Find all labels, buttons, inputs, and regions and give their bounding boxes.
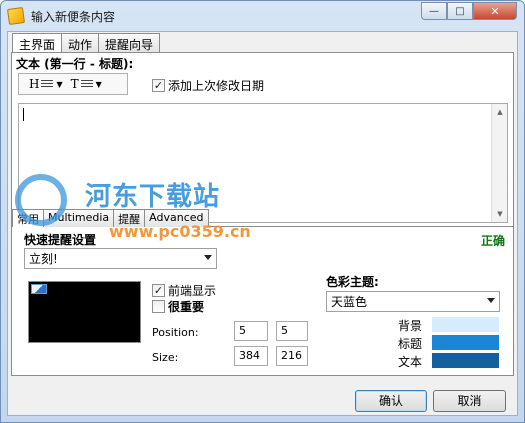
options-tab-strip: 常用 Multimedia 提醒 Advanced bbox=[12, 209, 209, 227]
position-label: Position: bbox=[152, 326, 199, 339]
important-row[interactable]: 很重要 bbox=[152, 298, 204, 315]
text-color-label: 文本 bbox=[398, 355, 423, 369]
tab-reminder[interactable]: 提醒 bbox=[113, 209, 146, 227]
editor-scrollbar[interactable]: ▲ ▼ bbox=[491, 104, 507, 222]
window-title: 输入新便条内容 bbox=[31, 10, 116, 24]
close-button[interactable]: ✕ bbox=[473, 2, 517, 20]
maximize-button[interactable]: □ bbox=[447, 2, 473, 20]
tab-reminder-wizard[interactable]: 提醒向导 bbox=[98, 33, 161, 52]
size-label: Size: bbox=[152, 351, 179, 364]
size-height-field[interactable]: 216 bbox=[276, 346, 308, 366]
caption-buttons: — □ ✕ bbox=[421, 2, 517, 20]
important-label: 很重要 bbox=[168, 300, 205, 314]
note-app-icon bbox=[6, 6, 26, 26]
heading-button[interactable]: H bbox=[27, 77, 41, 91]
scroll-down-icon[interactable]: ▼ bbox=[492, 206, 508, 222]
position-x-field[interactable]: 5 bbox=[234, 321, 268, 341]
color-theme-label: 色彩主题: bbox=[326, 275, 379, 289]
add-date-checkbox[interactable]: ✓ bbox=[152, 79, 165, 92]
text-caret bbox=[23, 108, 24, 121]
important-checkbox[interactable] bbox=[152, 300, 165, 313]
preview-corner-icon bbox=[31, 284, 47, 294]
position-y-field[interactable]: 5 bbox=[276, 321, 308, 341]
tab-action[interactable]: 动作 bbox=[61, 33, 100, 52]
options-tab-panel: 快速提醒设置 正确 立刻! ✓ 前端显示 很重要 Position: 5 5 S… bbox=[11, 226, 514, 376]
color-theme-value: 天蓝色 bbox=[331, 295, 368, 309]
add-date-row[interactable]: ✓ 添加上次修改日期 bbox=[152, 77, 264, 94]
main-tab-strip: 主界面 动作 提醒向导 bbox=[12, 33, 161, 53]
text-color-swatch[interactable] bbox=[432, 353, 499, 368]
note-preview bbox=[28, 281, 141, 343]
size-width-field[interactable]: 384 bbox=[234, 346, 268, 366]
dialog-window: 输入新便条内容 — □ ✕ 主界面 动作 提醒向导 文本 (第一行 - 标题):… bbox=[0, 0, 525, 423]
topmost-row[interactable]: ✓ 前端显示 bbox=[152, 282, 216, 299]
status-badge: 正确 bbox=[480, 234, 505, 248]
tab-main[interactable]: 主界面 bbox=[12, 33, 63, 53]
title-bar[interactable]: 输入新便条内容 — □ ✕ bbox=[1, 1, 524, 31]
chevron-down-icon[interactable] bbox=[204, 255, 212, 260]
tab-common[interactable]: 常用 bbox=[12, 209, 44, 227]
text-button[interactable]: T bbox=[69, 77, 81, 91]
quick-reminder-value: 立刻! bbox=[29, 252, 58, 266]
main-tab-panel: 文本 (第一行 - 标题): H ▼ T ▼ ✓ 添加上次修改日期 ▲ ▼ bbox=[11, 52, 514, 232]
background-color-label: 背景 bbox=[398, 319, 423, 333]
scroll-up-icon[interactable]: ▲ bbox=[492, 104, 508, 120]
title-color-swatch[interactable] bbox=[432, 335, 499, 350]
add-date-label: 添加上次修改日期 bbox=[168, 79, 265, 93]
ok-button[interactable]: 确认 bbox=[355, 390, 427, 412]
color-theme-select[interactable]: 天蓝色 bbox=[326, 291, 500, 312]
text-title-label: 文本 (第一行 - 标题): bbox=[16, 57, 134, 71]
tab-advanced[interactable]: Advanced bbox=[144, 209, 209, 227]
tab-multimedia[interactable]: Multimedia bbox=[43, 209, 115, 227]
topmost-label: 前端显示 bbox=[168, 284, 217, 298]
chevron-down-icon[interactable] bbox=[487, 298, 495, 303]
dialog-client-area: 主界面 动作 提醒向导 文本 (第一行 - 标题): H ▼ T ▼ ✓ 添加上… bbox=[7, 31, 518, 416]
quick-reminder-select[interactable]: 立刻! bbox=[24, 248, 217, 269]
align-lines-icon[interactable] bbox=[41, 79, 54, 89]
note-content-editor[interactable]: ▲ ▼ bbox=[18, 103, 508, 223]
chevron-down-icon[interactable]: ▼ bbox=[96, 80, 102, 89]
title-color-label: 标题 bbox=[398, 337, 423, 351]
minimize-button[interactable]: — bbox=[421, 2, 447, 20]
background-color-swatch[interactable] bbox=[432, 317, 499, 332]
chevron-down-icon[interactable]: ▼ bbox=[56, 80, 62, 89]
format-toolbar: H ▼ T ▼ bbox=[18, 73, 128, 95]
cancel-button[interactable]: 取消 bbox=[433, 390, 506, 412]
text-align-lines-icon[interactable] bbox=[80, 79, 93, 89]
quick-reminder-label: 快速提醒设置 bbox=[24, 233, 97, 247]
topmost-checkbox[interactable]: ✓ bbox=[152, 284, 165, 297]
